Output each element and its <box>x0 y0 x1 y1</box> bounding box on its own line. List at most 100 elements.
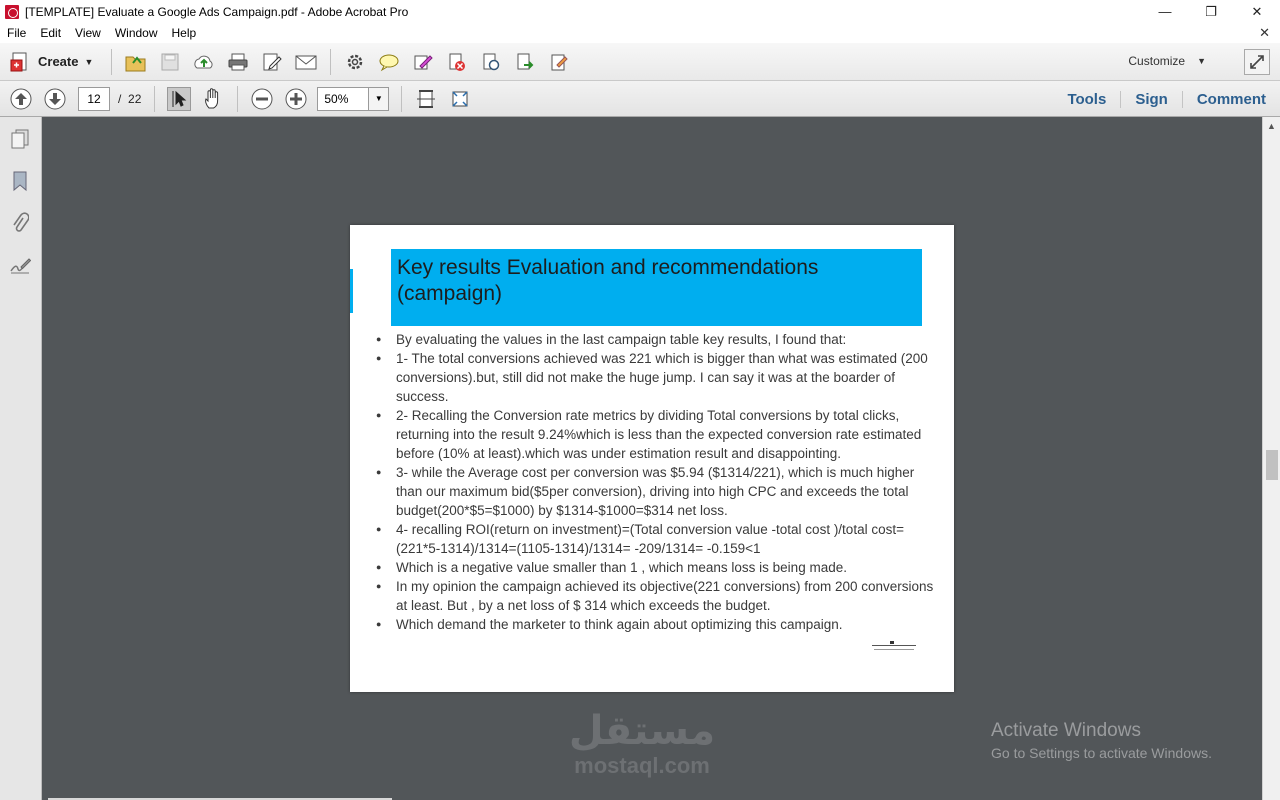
save-disk-icon <box>161 53 179 70</box>
list-item: By evaluating the values in the last cam… <box>376 330 942 349</box>
expand-view-button[interactable] <box>1244 49 1270 75</box>
paperclip-icon <box>13 212 29 232</box>
document-viewport[interactable]: Key results Evaluation and recommendatio… <box>42 117 1262 800</box>
toolbar-separator <box>237 85 239 112</box>
slide-title-box: Key results Evaluation and recommendatio… <box>391 249 922 326</box>
chevron-down-icon[interactable]: ▼ <box>369 86 390 111</box>
protect-button[interactable] <box>479 50 503 74</box>
fill-sign-button[interactable] <box>547 50 571 74</box>
toolbar-separator <box>111 48 113 75</box>
activate-windows-hint: Go to Settings to activate Windows. <box>991 745 1212 761</box>
menu-help[interactable]: Help <box>165 26 204 40</box>
findings-list: By evaluating the values in the last cam… <box>376 330 942 634</box>
fit-page-button[interactable] <box>448 87 472 111</box>
chevron-down-icon: ▼ <box>84 56 94 67</box>
email-button[interactable] <box>294 50 318 74</box>
upload-button[interactable] <box>192 50 216 74</box>
menu-bar: File Edit View Window Help ✕ <box>0 23 1280 43</box>
navigation-panel <box>0 117 42 800</box>
create-button[interactable]: Create ▼ <box>10 51 93 73</box>
select-tool-button[interactable] <box>167 86 192 111</box>
page-separator: / <box>118 91 122 106</box>
cursor-select-icon <box>172 90 187 107</box>
zoom-select[interactable]: 50% ▼ <box>317 86 390 111</box>
zoom-out-button[interactable] <box>250 87 274 111</box>
vertical-scrollbar[interactable]: ▲ <box>1262 117 1280 800</box>
previous-page-button[interactable] <box>9 87 33 111</box>
main-toolbar: Create ▼ Customize ▼ <box>0 43 1280 81</box>
pages-icon <box>11 129 29 149</box>
comment-pane-link[interactable]: Comment <box>1181 90 1280 108</box>
close-window-button[interactable]: ✕ <box>1234 0 1280 23</box>
signature-pen-icon <box>10 258 31 274</box>
list-item: In my opinion the campaign achieved its … <box>376 577 942 615</box>
comment-button[interactable] <box>377 50 401 74</box>
expand-arrows-icon <box>1250 55 1264 69</box>
list-item: 1- The total conversions achieved was 22… <box>376 349 942 406</box>
minus-circle-icon <box>251 88 273 109</box>
arrow-down-circle-icon <box>44 88 66 109</box>
next-page-button[interactable] <box>43 87 67 111</box>
pdf-page: Key results Evaluation and recommendatio… <box>350 225 954 692</box>
customize-dropdown[interactable]: Customize ▼ <box>1128 54 1206 68</box>
tools-pane-link[interactable]: Tools <box>1053 91 1120 108</box>
arrow-up-circle-icon <box>10 88 32 109</box>
edit-document-icon <box>263 53 283 70</box>
menu-window[interactable]: Window <box>108 26 165 40</box>
activate-windows-title: Activate Windows <box>991 720 1141 741</box>
gear-icon <box>348 54 363 69</box>
toolbar-separator <box>154 85 156 112</box>
menu-edit[interactable]: Edit <box>33 26 68 40</box>
open-folder-icon <box>125 55 146 71</box>
menu-view[interactable]: View <box>68 26 108 40</box>
fit-page-icon <box>452 90 468 107</box>
settings-button[interactable] <box>343 50 367 74</box>
menu-file[interactable]: File <box>0 26 33 40</box>
delete-page-icon <box>449 53 466 71</box>
hand-tool-button[interactable] <box>201 87 225 111</box>
fit-width-button[interactable] <box>414 87 438 111</box>
chevron-down-icon: ▼ <box>1197 56 1206 66</box>
bookmarks-button[interactable] <box>8 169 32 193</box>
edit-button[interactable] <box>260 50 284 74</box>
close-document-button[interactable]: ✕ <box>1259 25 1270 41</box>
restore-button[interactable]: ❐ <box>1188 0 1234 23</box>
zoom-input[interactable]: 50% <box>317 86 370 111</box>
customize-label: Customize <box>1128 54 1186 68</box>
save-button[interactable] <box>158 50 182 74</box>
list-item: Which is a negative value smaller than 1… <box>376 558 942 577</box>
sign-pane-link[interactable]: Sign <box>1120 90 1182 108</box>
highlight-button[interactable] <box>411 50 435 74</box>
list-item: 4- recalling ROI(return on investment)=(… <box>376 520 942 558</box>
print-button[interactable] <box>226 50 250 74</box>
scrollbar-thumb[interactable] <box>1266 450 1278 480</box>
lock-document-icon <box>483 53 500 70</box>
signatures-button[interactable] <box>8 253 32 277</box>
list-item: 2- Recalling the Conversion rate metrics… <box>376 406 942 463</box>
envelope-icon <box>295 55 317 69</box>
open-button[interactable] <box>124 50 148 74</box>
page-count: / 22 <box>118 92 141 106</box>
toolbar-separator <box>330 48 332 75</box>
plus-circle-icon <box>285 88 307 109</box>
minimize-button[interactable]: — <box>1142 0 1188 23</box>
export-button[interactable] <box>513 50 537 74</box>
page-number-input[interactable]: 12 <box>78 86 110 111</box>
acrobat-pdf-icon <box>5 4 19 19</box>
watermark-arabic: مستقل <box>568 708 716 754</box>
scroll-up-icon[interactable]: ▲ <box>1267 121 1276 131</box>
create-label: Create <box>38 54 79 69</box>
delete-button[interactable] <box>445 50 469 74</box>
page-thumbnails-button[interactable] <box>8 127 32 151</box>
speech-bubble-icon <box>379 54 399 71</box>
cloud-upload-icon <box>194 55 213 68</box>
list-item: Which demand the marketer to think again… <box>376 615 942 634</box>
navigation-toolbar: 12 / 22 50% ▼ Tools Sign Comment <box>0 81 1280 117</box>
attachments-button[interactable] <box>8 211 32 235</box>
zoom-in-button[interactable] <box>284 87 308 111</box>
create-pdf-icon <box>10 52 27 71</box>
hand-icon <box>205 87 219 108</box>
highlighter-icon <box>414 54 434 69</box>
digital-marketing-logo <box>872 641 916 650</box>
slide-accent-bar <box>350 269 353 313</box>
